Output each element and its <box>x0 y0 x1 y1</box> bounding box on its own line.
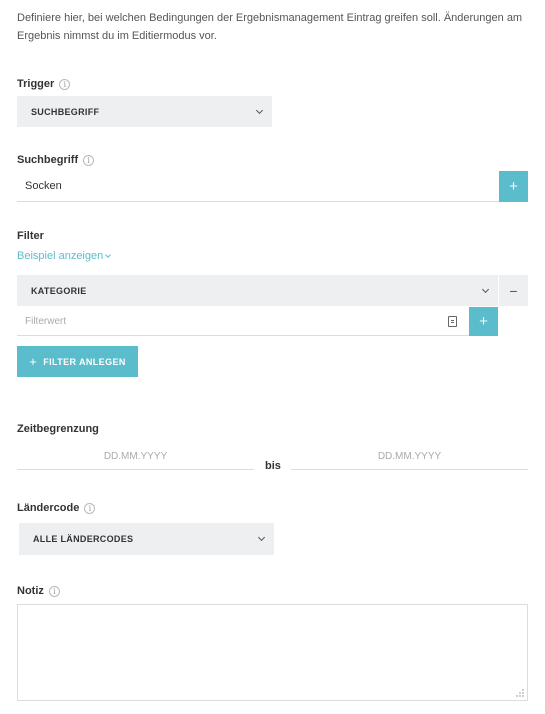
country-code-label: Ländercode <box>17 502 80 514</box>
date-to-input[interactable]: DD.MM.YYYY <box>291 444 528 470</box>
resize-handle-icon[interactable] <box>516 689 524 697</box>
search-term-label-row: Suchbegriff i <box>17 153 95 167</box>
show-example-link[interactable]: Beispiel anzeigen <box>17 249 112 263</box>
info-icon[interactable]: i <box>59 78 71 90</box>
filter-label-row: Filter <box>17 229 44 243</box>
date-range-separator: bis <box>265 460 281 472</box>
filter-category-select[interactable]: KATEGORIE <box>17 275 498 306</box>
info-icon[interactable]: i <box>48 585 60 597</box>
country-code-select[interactable]: ALLE LÄNDERCODES <box>19 523 274 555</box>
remove-filter-button[interactable]: − <box>499 275 528 306</box>
trigger-label-row: Trigger i <box>17 77 71 91</box>
time-limit-label-row: Zeitbegrenzung <box>17 422 99 436</box>
intro-text: Definiere hier, bei welchen Bedingungen … <box>17 12 523 42</box>
note-textarea[interactable] <box>17 604 528 701</box>
trigger-label: Trigger <box>17 78 55 90</box>
add-filter-value-button[interactable]: + <box>469 307 498 336</box>
search-term-value: Socken <box>25 180 62 192</box>
list-icon[interactable] <box>448 315 457 327</box>
country-code-label-row: Ländercode i <box>17 501 96 515</box>
search-term-input[interactable]: Socken <box>17 171 499 202</box>
info-icon[interactable]: i <box>83 154 95 166</box>
time-limit-label: Zeitbegrenzung <box>17 423 99 435</box>
country-code-value: ALLE LÄNDERCODES <box>33 534 134 544</box>
create-filter-button[interactable]: + FILTER ANLEGEN <box>17 346 138 377</box>
filter-value-placeholder: Filterwert <box>25 315 67 327</box>
chevron-down-icon <box>257 533 266 542</box>
result-management-conditions-form: Definiere hier, bei welchen Bedingungen … <box>0 0 545 714</box>
chevron-down-icon <box>481 285 490 293</box>
note-label: Notiz <box>17 585 44 597</box>
plus-icon: + <box>479 313 488 330</box>
add-search-term-button[interactable]: + <box>499 171 528 202</box>
plus-icon: + <box>509 178 518 195</box>
filter-category-value: KATEGORIE <box>31 285 87 296</box>
info-icon[interactable]: i <box>84 502 96 514</box>
create-filter-label: FILTER ANLEGEN <box>43 356 126 367</box>
note-label-row: Notiz i <box>17 584 60 598</box>
filter-label: Filter <box>17 230 44 242</box>
minus-icon: − <box>509 282 518 299</box>
filter-value-input[interactable]: Filterwert <box>17 307 469 336</box>
date-from-input[interactable]: DD.MM.YYYY <box>17 444 254 470</box>
trigger-select[interactable]: SUCHBEGRIFF <box>17 96 272 127</box>
trigger-select-value: SUCHBEGRIFF <box>31 106 100 117</box>
show-example-label: Beispiel anzeigen <box>17 250 104 262</box>
chevron-down-icon <box>255 106 264 114</box>
date-to-placeholder: DD.MM.YYYY <box>377 451 442 462</box>
date-from-placeholder: DD.MM.YYYY <box>103 451 168 462</box>
plus-icon: + <box>29 354 38 369</box>
search-term-label: Suchbegriff <box>17 154 79 166</box>
chevron-down-icon <box>105 251 112 258</box>
